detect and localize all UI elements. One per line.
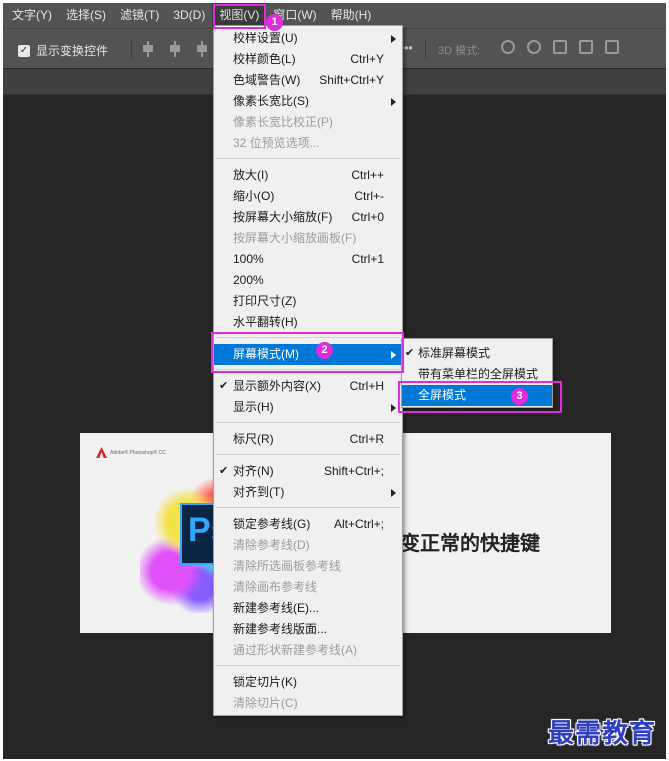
checkmark-icon: ✔ (405, 347, 415, 359)
show-transform-controls[interactable]: ✓ 显示变换控件 (18, 42, 108, 59)
3d-pan-icon[interactable] (553, 40, 567, 54)
menu-item-proof-setup[interactable]: 校样设置(U) (214, 28, 402, 49)
menu-text[interactable]: 文字(Y) (3, 3, 59, 28)
menu-item-snap-to[interactable]: 对齐到(T) (214, 482, 402, 503)
menu-item-fit-artboard: 按屏幕大小缩放画板(F) (233, 231, 357, 245)
options-separator (131, 39, 132, 59)
menu-item-clear-guides: 清除参考线(D) (233, 538, 310, 552)
menu-item-rulers[interactable]: 标尺(R) Ctrl+R (214, 429, 402, 450)
menu-item-200-percent[interactable]: 200% (214, 270, 402, 291)
3d-roll-icon[interactable] (527, 40, 541, 54)
menu-divider (216, 158, 400, 159)
adobe-logo: Adobe® Photoshop® CC (96, 447, 166, 458)
menu-item-new-guide-layout[interactable]: 新建参考线版面... (214, 619, 402, 640)
annotation-box-fullscreen (398, 381, 562, 413)
menu-item-new-guides-from-shape: 通过形状新建参考线(A) (233, 643, 357, 657)
3d-slide-icon[interactable] (579, 40, 593, 54)
checkmark-icon: ✔ (219, 380, 229, 392)
menu-item-show-extras[interactable]: ✔ 显示额外内容(X) Ctrl+H (214, 376, 402, 397)
annotation-box-view-menu (213, 4, 266, 29)
mode-3d-label: 3D 模式: (438, 45, 481, 57)
menu-3d[interactable]: 3D(D) (166, 3, 212, 28)
menu-item-32bit-preview: 32 位预览选项... (233, 136, 320, 150)
menu-divider (216, 454, 400, 455)
checkbox-checked-icon[interactable]: ✓ (18, 44, 30, 57)
menu-item-zoom-in[interactable]: 放大(I) Ctrl++ (214, 165, 402, 186)
menu-select[interactable]: 选择(S) (59, 3, 113, 28)
menu-divider (216, 422, 400, 423)
chevron-right-icon (391, 98, 396, 106)
menu-item-pixel-aspect-ratio[interactable]: 像素长宽比(S) (214, 91, 402, 112)
align-left-icon[interactable] (141, 41, 155, 57)
menu-item-pixel-aspect-correction: 像素长宽比校正(P) (233, 115, 333, 129)
chevron-right-icon (391, 404, 396, 412)
align-center-icon[interactable] (168, 41, 182, 57)
menu-item-show[interactable]: 显示(H) (214, 397, 402, 418)
annotation-badge-1: 1 (266, 14, 283, 31)
menu-filter[interactable]: 滤镜(T) (113, 3, 166, 28)
menu-item-new-guide[interactable]: 新建参考线(E)... (214, 598, 402, 619)
3d-orbit-icon[interactable] (501, 40, 515, 54)
align-right-icon[interactable] (195, 41, 209, 57)
menu-item-clear-canvas-guides: 清除画布参考线 (233, 580, 318, 594)
submenu-item-standard-screen[interactable]: ✔ 标准屏幕模式 (402, 343, 552, 364)
menu-item-print-size[interactable]: 打印尺寸(Z) (214, 291, 402, 312)
menu-item-zoom-out[interactable]: 缩小(O) Ctrl+- (214, 186, 402, 207)
document-title-text: 变正常的快捷键 (400, 533, 540, 555)
menu-item-clear-slices: 清除切片(C) (233, 696, 298, 710)
adobe-logo-icon (96, 447, 107, 458)
options-separator (425, 39, 426, 59)
show-transform-controls-label: 显示变换控件 (36, 44, 109, 58)
menu-item-lock-guides[interactable]: 锁定参考线(G) Alt+Ctrl+; (214, 514, 402, 535)
annotation-box-screen-mode (211, 332, 404, 373)
watermark: 最需教育 (548, 719, 657, 749)
annotation-badge-2: 2 (316, 342, 333, 359)
3d-tools (501, 40, 619, 54)
menu-item-gamut-warning[interactable]: 色域警告(W) Shift+Ctrl+Y (214, 70, 402, 91)
annotation-badge-3: 3 (511, 388, 528, 405)
chevron-right-icon (391, 489, 396, 497)
adobe-brand-text: Adobe® Photoshop® CC (110, 449, 166, 456)
menu-item-lock-slices[interactable]: 锁定切片(K) (214, 672, 402, 693)
menu-item-snap[interactable]: ✔ 对齐(N) Shift+Ctrl+; (214, 461, 402, 482)
chevron-right-icon (391, 35, 396, 43)
menu-divider (216, 665, 400, 666)
menu-item-clear-artboard-guides: 清除所选画板参考线 (233, 559, 342, 573)
checkmark-icon: ✔ (219, 465, 229, 477)
3d-camera-icon[interactable] (605, 40, 619, 54)
menu-item-fit-on-screen[interactable]: 按屏幕大小缩放(F) Ctrl+0 (214, 207, 402, 228)
menu-item-100-percent[interactable]: 100% Ctrl+1 (214, 249, 402, 270)
menu-divider (216, 507, 400, 508)
menu-item-flip-horizontal[interactable]: 水平翻转(H) (214, 312, 402, 333)
menu-item-proof-colors[interactable]: 校样颜色(L) Ctrl+Y (214, 49, 402, 70)
